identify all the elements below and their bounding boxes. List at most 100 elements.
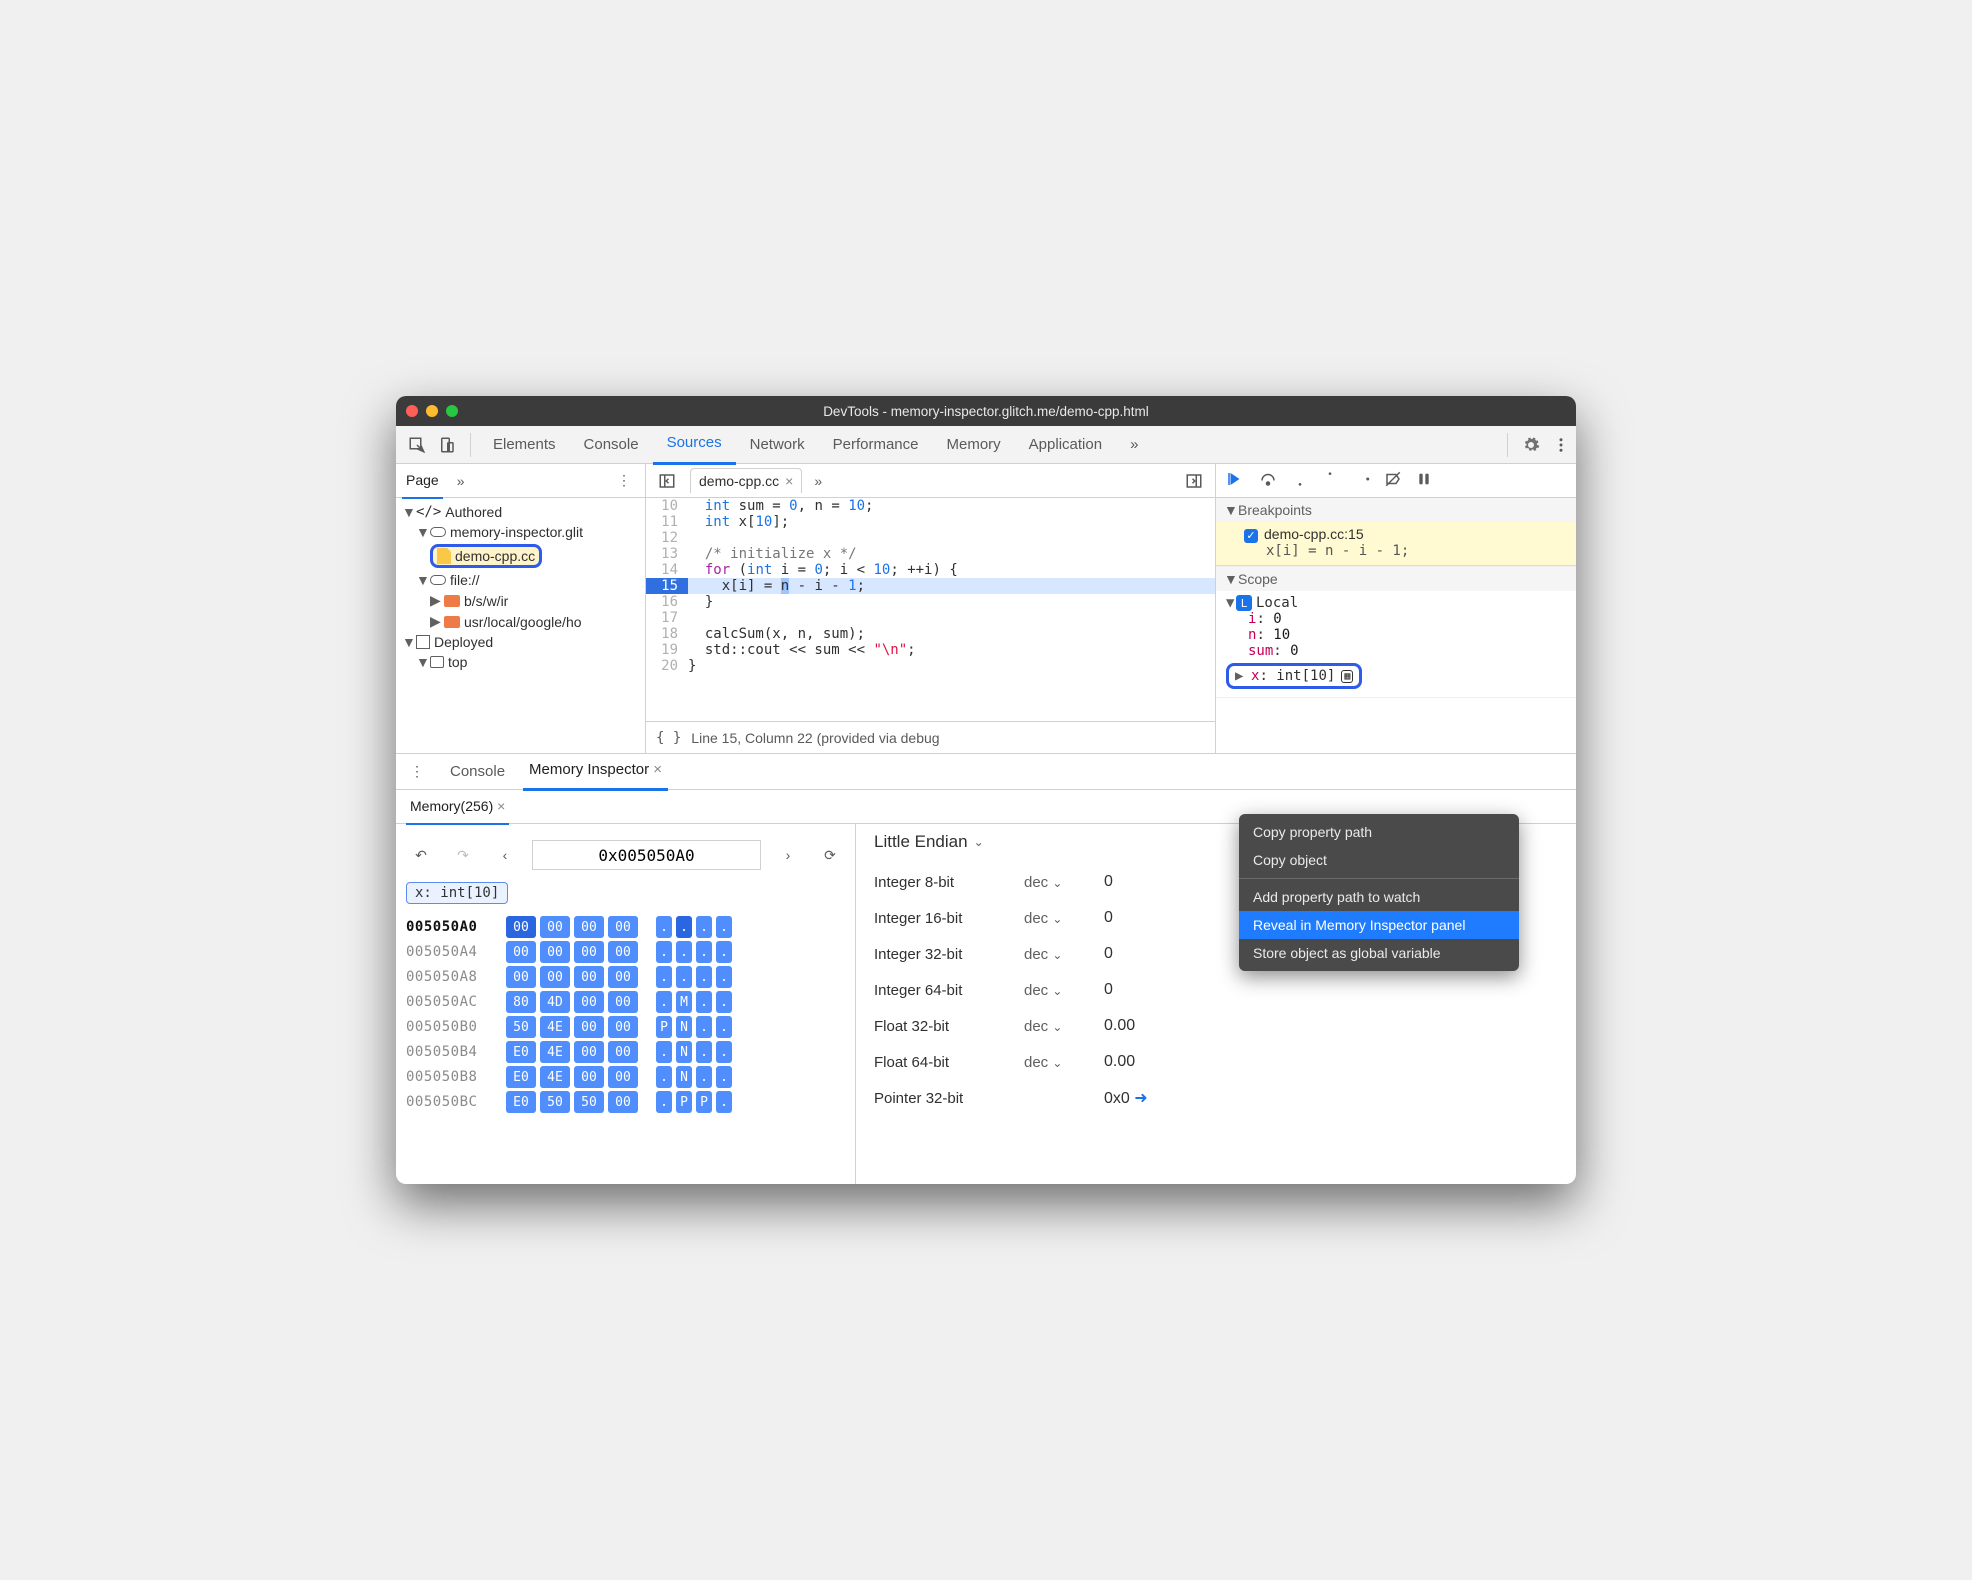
tab-console[interactable]: Console	[570, 426, 653, 464]
tab-network[interactable]: Network	[736, 426, 819, 464]
window-title: DevTools - memory-inspector.glitch.me/de…	[396, 404, 1576, 419]
tab-sources[interactable]: Sources	[653, 424, 736, 465]
editor-status-text: Line 15, Column 22 (provided via debug	[691, 730, 939, 746]
tree-selected-file[interactable]: demo-cpp.cc	[402, 542, 639, 570]
navigator-tab-page[interactable]: Page	[402, 463, 443, 499]
main-tabstrip: ElementsConsoleSourcesNetworkPerformance…	[396, 426, 1576, 464]
tree-deployed[interactable]: ▼Deployed	[402, 632, 639, 652]
object-chip[interactable]: x: int[10]	[406, 882, 508, 904]
close-tab-icon[interactable]: ×	[785, 473, 793, 489]
step-icon[interactable]	[1352, 470, 1370, 491]
format-select[interactable]: dec ⌄	[1024, 874, 1062, 891]
drawer-tab-console[interactable]: Console	[444, 754, 511, 790]
navigator-more-icon[interactable]: ⋮	[609, 466, 639, 496]
resume-icon[interactable]	[1226, 470, 1244, 491]
tree-top[interactable]: ▼top	[402, 652, 639, 672]
code-line[interactable]: 17	[646, 610, 1215, 626]
code-editor[interactable]: 10 int sum = 0, n = 10;11 int x[10];1213…	[646, 498, 1215, 721]
code-line[interactable]: 13 /* initialize x */	[646, 546, 1215, 562]
more-vert-icon[interactable]	[1546, 430, 1576, 460]
close-icon[interactable]: ×	[653, 761, 662, 778]
code-line[interactable]: 15 x[i] = n - i - 1;	[646, 578, 1215, 594]
step-out-icon[interactable]	[1322, 470, 1338, 491]
toggle-navigator-icon[interactable]	[652, 466, 682, 496]
context-menu: Copy property pathCopy object Add propert…	[1239, 814, 1519, 971]
memory-row[interactable]: 005050A000000000....	[406, 916, 845, 938]
memory-icon[interactable]: ▦	[1341, 670, 1353, 683]
toggle-debugger-icon[interactable]	[1179, 466, 1209, 496]
format-select[interactable]: dec ⌄	[1024, 982, 1062, 999]
code-line[interactable]: 16 }	[646, 594, 1215, 610]
refresh-icon[interactable]: ⟳	[815, 840, 845, 870]
editor-tabs-overflow[interactable]: »	[810, 464, 826, 498]
undo-icon[interactable]: ↶	[406, 840, 436, 870]
code-line[interactable]: 12	[646, 530, 1215, 546]
file-tree: ▼</>Authored ▼memory-inspector.glit demo…	[396, 498, 645, 676]
type-row: Float 64-bitdec ⌄0.00	[874, 1044, 1558, 1080]
pause-icon[interactable]	[1416, 471, 1432, 490]
format-select[interactable]: dec ⌄	[1024, 1054, 1062, 1071]
memory-row[interactable]: 005050A800000000....	[406, 966, 845, 988]
deactivate-bp-icon[interactable]	[1384, 470, 1402, 491]
code-line[interactable]: 18 calcSum(x, n, sum);	[646, 626, 1215, 642]
tab-application[interactable]: Application	[1015, 426, 1116, 464]
memory-row[interactable]: 005050B4E04E0000.N..	[406, 1041, 845, 1063]
breakpoint-row[interactable]: ✓demo-cpp.cc:15 x[i] = n - i - 1;	[1216, 522, 1576, 566]
settings-gear-icon[interactable]	[1516, 430, 1546, 460]
navigator-tab-overflow[interactable]: »	[453, 464, 469, 498]
scope-var[interactable]: i: 0	[1226, 611, 1566, 627]
context-menu-item[interactable]: Add property path to watch	[1239, 883, 1519, 911]
pretty-print-icon[interactable]: { }	[656, 730, 681, 746]
memory-row[interactable]: 005050B8E04E0000.N..	[406, 1066, 845, 1088]
scope-var[interactable]: sum: 0	[1226, 643, 1566, 659]
editor-pane: demo-cpp.cc × » 10 int sum = 0, n = 10;1…	[646, 464, 1216, 753]
memory-tab[interactable]: Memory(256) ×	[406, 789, 509, 825]
tab-memory[interactable]: Memory	[933, 426, 1015, 464]
context-menu-item[interactable]: Reveal in Memory Inspector panel	[1239, 911, 1519, 939]
code-line[interactable]: 19 std::cout << sum << "\n";	[646, 642, 1215, 658]
checkbox-icon[interactable]: ✓	[1244, 529, 1258, 543]
address-input[interactable]	[532, 840, 761, 870]
memory-row[interactable]: 005050A400000000....	[406, 941, 845, 963]
code-line[interactable]: 11 int x[10];	[646, 514, 1215, 530]
tree-file-scheme[interactable]: ▼file://	[402, 570, 639, 590]
context-menu-item[interactable]: Store object as global variable	[1239, 939, 1519, 967]
type-row: Integer 64-bitdec ⌄0	[874, 972, 1558, 1008]
tab-elements[interactable]: Elements	[479, 426, 570, 464]
context-menu-item[interactable]: Copy property path	[1239, 818, 1519, 846]
device-toolbar-icon[interactable]	[432, 430, 462, 460]
context-menu-item[interactable]: Copy object	[1239, 846, 1519, 874]
drawer-more-icon[interactable]: ⋮	[402, 757, 432, 787]
code-line[interactable]: 20}	[646, 658, 1215, 674]
step-over-icon[interactable]	[1258, 470, 1278, 491]
format-select[interactable]: dec ⌄	[1024, 1018, 1062, 1035]
scope-local-row[interactable]: ▼LLocal	[1226, 595, 1566, 612]
prev-address-icon[interactable]: ‹	[490, 840, 520, 870]
close-icon[interactable]: ×	[497, 798, 505, 814]
tabs-overflow-button[interactable]: »	[1116, 426, 1152, 464]
sources-workarea: Page » ⋮ ▼</>Authored ▼memory-inspector.…	[396, 464, 1576, 754]
next-address-icon[interactable]: ›	[773, 840, 803, 870]
scope-var[interactable]: n: 10	[1226, 627, 1566, 643]
memory-row[interactable]: 005050AC804D0000.M..	[406, 991, 845, 1013]
folder-icon	[444, 595, 460, 607]
tree-site[interactable]: ▼memory-inspector.glit	[402, 522, 639, 542]
inspect-element-icon[interactable]	[402, 430, 432, 460]
jump-to-address-icon[interactable]: ➜	[1134, 1090, 1147, 1107]
format-select[interactable]: dec ⌄	[1024, 946, 1062, 963]
tree-authored[interactable]: ▼</>Authored	[402, 502, 639, 522]
code-line[interactable]: 14 for (int i = 0; i < 10; ++i) {	[646, 562, 1215, 578]
format-select[interactable]: dec ⌄	[1024, 910, 1062, 927]
editor-file-tab[interactable]: demo-cpp.cc ×	[690, 468, 802, 493]
step-into-icon[interactable]	[1292, 470, 1308, 491]
tab-performance[interactable]: Performance	[819, 426, 933, 464]
tree-dir-a[interactable]: ▶b/s/w/ir	[402, 590, 639, 611]
scope-header[interactable]: ▼Scope	[1216, 567, 1576, 591]
memory-row[interactable]: 005050B0504E0000PN..	[406, 1016, 845, 1038]
code-line[interactable]: 10 int sum = 0, n = 10;	[646, 498, 1215, 514]
drawer-tab-memory-inspector[interactable]: Memory Inspector ×	[523, 752, 668, 791]
scope-var-x[interactable]: ▶ x: int[10] ▦	[1226, 663, 1362, 689]
breakpoints-header[interactable]: ▼Breakpoints	[1216, 498, 1576, 522]
tree-dir-b[interactable]: ▶usr/local/google/ho	[402, 611, 639, 632]
memory-row[interactable]: 005050BCE0505000.PP.	[406, 1091, 845, 1113]
